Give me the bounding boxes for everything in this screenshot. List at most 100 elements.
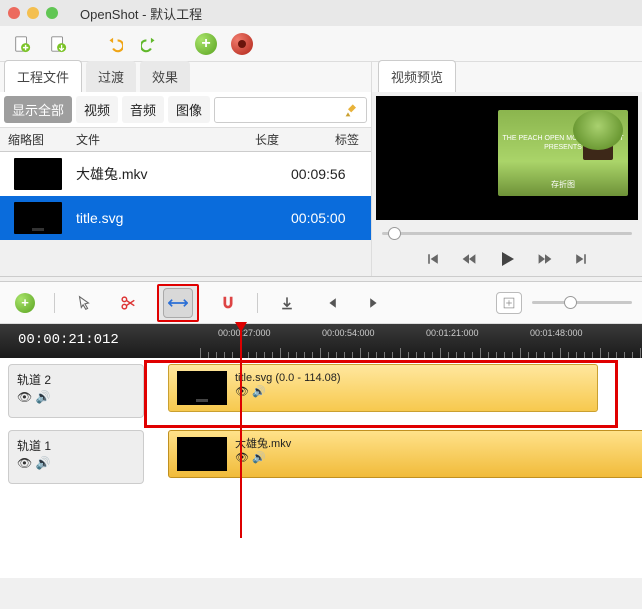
redo-icon	[141, 35, 159, 53]
speaker-icon[interactable]: 🔊	[252, 452, 266, 464]
undo-button[interactable]	[100, 30, 128, 58]
cursor-icon	[75, 294, 93, 312]
clip-status-icons: 👁 🔊	[235, 385, 341, 399]
track-icons: 👁 🔊	[17, 456, 135, 470]
ruler-mark: 00:01:48:000	[530, 328, 583, 338]
track-header[interactable]: 轨道 2 👁 🔊	[8, 364, 144, 418]
clip-thumbnail	[177, 371, 227, 405]
seek-knob[interactable]	[388, 227, 401, 240]
track-row[interactable]: 轨道 1 👁 🔊 大雄兔.mkv 👁 🔊	[0, 424, 642, 490]
timeline-clip[interactable]: title.svg (0.0 - 114.08) 👁 🔊	[168, 364, 598, 412]
razor-tool[interactable]	[113, 288, 143, 318]
track-header[interactable]: 轨道 1 👁 🔊	[8, 430, 144, 484]
pointer-tool[interactable]	[69, 288, 99, 318]
project-search-input[interactable]	[214, 97, 367, 123]
close-window-button[interactable]	[8, 7, 20, 19]
file-name: title.svg	[76, 210, 291, 226]
snap-tool[interactable]	[213, 288, 243, 318]
video-preview-viewport[interactable]: THE PEACH OPEN MOVIE PROJECTPRESENTS 存折图	[376, 96, 638, 220]
tab-effects[interactable]: 效果	[140, 61, 190, 92]
clip-title: title.svg (0.0 - 114.08)	[235, 371, 341, 385]
save-project-button[interactable]	[44, 30, 72, 58]
main-toolbar: +	[0, 26, 642, 62]
zoom-knob[interactable]	[564, 296, 577, 309]
speaker-icon[interactable]: 🔊	[36, 390, 51, 404]
col-thumb[interactable]: 缩略图	[0, 131, 76, 148]
tab-video-preview[interactable]: 视频预览	[378, 60, 456, 92]
crosshair-plus-icon	[502, 296, 516, 310]
track-label: 轨道 1	[17, 437, 135, 454]
magnet-icon	[219, 294, 237, 312]
prev-marker-button[interactable]	[316, 288, 346, 318]
next-marker-button[interactable]	[360, 288, 390, 318]
import-button[interactable]: +	[192, 30, 220, 58]
redo-button[interactable]	[136, 30, 164, 58]
preview-subtitle: 存折图	[498, 179, 628, 190]
tracks-area: 轨道 2 👁 🔊 title.svg (0.0 - 114.08) 👁 🔊 轨道…	[0, 358, 642, 578]
plus-circle-icon: +	[15, 293, 35, 313]
broom-icon	[344, 102, 360, 118]
maximize-window-button[interactable]	[46, 7, 58, 19]
track-icons: 👁 🔊	[17, 390, 135, 404]
eye-icon[interactable]: 👁	[17, 390, 32, 404]
project-table-header: 缩略图 文件 长度 标签	[0, 128, 371, 152]
clip-status-icons: 👁 🔊	[235, 451, 291, 465]
ruler-mark: 00:01:21:000	[426, 328, 479, 338]
filter-audio[interactable]: 音频	[122, 96, 164, 123]
file-name: 大雄兔.mkv	[76, 164, 291, 184]
resize-tool[interactable]	[163, 288, 193, 318]
undo-icon	[105, 35, 123, 53]
scissors-icon	[119, 294, 137, 312]
preview-seek-slider[interactable]	[372, 224, 642, 242]
file-length: 00:09:56	[291, 166, 371, 182]
filter-image[interactable]: 图像	[168, 96, 210, 123]
preview-frame: THE PEACH OPEN MOVIE PROJECTPRESENTS 存折图	[498, 110, 628, 196]
preview-caption: THE PEACH OPEN MOVIE PROJECTPRESENTS	[498, 134, 628, 152]
filter-show-all[interactable]: 显示全部	[4, 96, 72, 123]
speaker-icon[interactable]: 🔊	[252, 386, 266, 398]
filter-video[interactable]: 视频	[76, 96, 118, 123]
add-marker-button[interactable]	[272, 288, 302, 318]
track-row[interactable]: 轨道 2 👁 🔊 title.svg (0.0 - 114.08) 👁 🔊	[0, 358, 642, 424]
preview-controls	[372, 242, 642, 276]
project-file-row[interactable]: 大雄兔.mkv 00:09:56	[0, 152, 371, 196]
new-project-button[interactable]	[8, 30, 36, 58]
col-file[interactable]: 文件	[76, 131, 255, 148]
track-label: 轨道 2	[17, 371, 135, 388]
skip-end-icon[interactable]	[573, 251, 589, 267]
project-filter-bar: 显示全部 视频 音频 图像	[0, 92, 371, 128]
add-track-button[interactable]: +	[10, 288, 40, 318]
file-length: 00:05:00	[291, 210, 371, 226]
project-file-row[interactable]: title.svg 00:05:00	[0, 196, 371, 240]
plus-circle-icon: +	[195, 33, 217, 55]
titlebar: OpenShot - 默认工程	[0, 0, 642, 26]
clip-thumbnail	[177, 437, 227, 471]
preview-panel: 视频预览 THE PEACH OPEN MOVIE PROJECTPRESENT…	[372, 62, 642, 276]
fast-forward-icon[interactable]	[537, 251, 553, 267]
timeline-timecode: 00:00:21:012	[18, 332, 119, 348]
col-tags[interactable]: 标签	[335, 131, 371, 148]
marker-down-icon	[279, 295, 295, 311]
ruler-mark: 00:00:54:000	[322, 328, 375, 338]
tab-project-files[interactable]: 工程文件	[4, 60, 82, 92]
timeline-toolbar: +	[0, 282, 642, 324]
timeline-ruler[interactable]: 00:00:21:012 00:00:27:000 00:00:54:000 0…	[0, 324, 642, 358]
page-plus-icon	[13, 35, 31, 53]
col-length[interactable]: 长度	[255, 131, 335, 148]
eye-icon[interactable]: 👁	[17, 456, 32, 470]
zoom-slider[interactable]	[532, 301, 632, 304]
file-thumbnail	[14, 202, 62, 234]
skip-prev-icon	[323, 295, 339, 311]
window-title: OpenShot - 默认工程	[80, 4, 202, 23]
play-icon[interactable]	[497, 249, 517, 269]
tab-transitions[interactable]: 过渡	[86, 61, 136, 92]
speaker-icon[interactable]: 🔊	[36, 456, 51, 470]
skip-start-icon[interactable]	[425, 251, 441, 267]
minimize-window-button[interactable]	[27, 7, 39, 19]
playhead[interactable]	[240, 324, 242, 538]
rewind-icon[interactable]	[461, 251, 477, 267]
center-playhead-button[interactable]	[496, 292, 522, 314]
record-button[interactable]	[228, 30, 256, 58]
record-circle-icon	[231, 33, 253, 55]
page-down-icon	[49, 35, 67, 53]
